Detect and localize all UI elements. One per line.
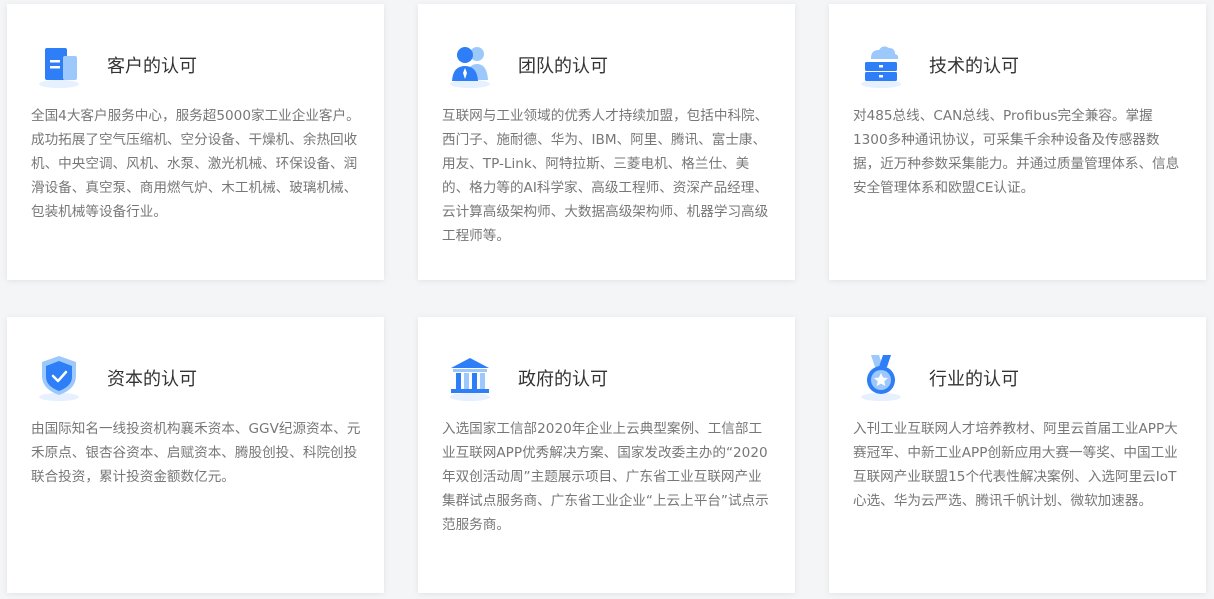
- shield-check-icon: [33, 353, 85, 405]
- card-title: 技术的认可: [929, 56, 1019, 77]
- card-technology: 技术的认可 对485总线、CAN总线、Profibus完全兼容。掌握1300多种…: [829, 4, 1206, 280]
- card-industry: 行业的认可 入刊工业互联网人才培养教材、阿里云首届工业APP大赛冠军、中新工业A…: [829, 317, 1206, 593]
- cloud-server-icon: [855, 40, 907, 92]
- medal-icon: [855, 353, 907, 405]
- card-title: 行业的认可: [929, 369, 1019, 390]
- card-description: 入选国家工信部2020年企业上云典型案例、工信部工业互联网APP优秀解决方案、国…: [442, 421, 769, 533]
- card-description: 由国际知名一线投资机构襄禾资本、GGV纪源资本、元禾原点、银杏谷资本、启赋资本、…: [31, 421, 361, 485]
- card-team: 团队的认可 互联网与工业领域的优秀人才持续加盟，包括中科院、西门子、施耐德、华为…: [418, 4, 795, 280]
- card-header: 政府的认可: [444, 353, 774, 405]
- team-icon: [444, 40, 496, 92]
- building-icon: [33, 40, 85, 92]
- government-building-icon: [444, 353, 496, 405]
- card-title: 资本的认可: [107, 369, 197, 390]
- card-customer: 客户的认可 全国4大客户服务中心，服务超5000家工业企业客户。成功拓展了空气压…: [7, 4, 384, 280]
- card-description: 入刊工业互联网人才培养教材、阿里云首届工业APP大赛冠军、中新工业APP创新应用…: [853, 421, 1178, 509]
- card-title: 客户的认可: [107, 56, 197, 77]
- card-header: 资本的认可: [33, 353, 363, 405]
- card-capital: 资本的认可 由国际知名一线投资机构襄禾资本、GGV纪源资本、元禾原点、银杏谷资本…: [7, 317, 384, 593]
- card-header: 客户的认可: [33, 40, 363, 92]
- card-header: 技术的认可: [855, 40, 1185, 92]
- card-title: 团队的认可: [518, 56, 608, 77]
- card-description: 对485总线、CAN总线、Profibus完全兼容。掌握1300多种通讯协议，可…: [853, 108, 1180, 196]
- card-government: 政府的认可 入选国家工信部2020年企业上云典型案例、工信部工业互联网APP优秀…: [418, 317, 795, 593]
- card-header: 行业的认可: [855, 353, 1185, 405]
- card-header: 团队的认可: [444, 40, 774, 92]
- card-description: 全国4大客户服务中心，服务超5000家工业企业客户。成功拓展了空气压缩机、空分设…: [31, 108, 360, 220]
- card-title: 政府的认可: [518, 369, 608, 390]
- card-description: 互联网与工业领域的优秀人才持续加盟，包括中科院、西门子、施耐德、华为、IBM、阿…: [442, 108, 769, 244]
